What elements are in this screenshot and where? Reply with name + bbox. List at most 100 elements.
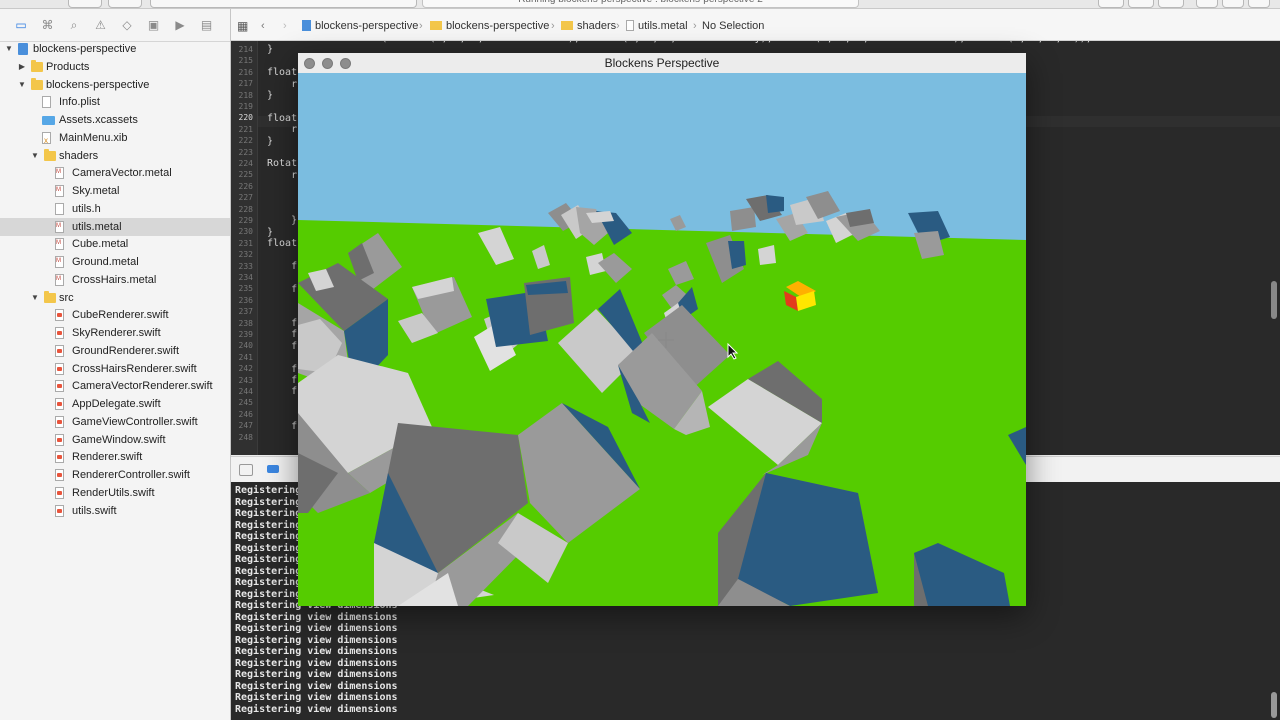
console-line: Registering view dimensions (235, 692, 398, 703)
grid-icon[interactable]: ▦ (237, 19, 248, 33)
file-tree-item[interactable]: ▶ Products (0, 58, 230, 76)
file-tree-item[interactable]: utils.h (0, 200, 230, 218)
disclosure-open-icon[interactable]: ▼ (4, 40, 14, 58)
search-icon[interactable]: ⌕ (67, 19, 81, 31)
file-tree-item[interactable]: ▼ blockens-perspective (0, 76, 230, 94)
file-tree-item[interactable]: RendererController.swift (0, 466, 230, 484)
game-window: Blockens Perspective (298, 53, 1026, 606)
crumb-group[interactable]: blockens-perspective (430, 19, 549, 33)
line-number: 242 (238, 364, 253, 374)
crumb-separator: › (419, 20, 423, 32)
crumb-separator: › (616, 20, 620, 32)
hierarchy-icon[interactable]: ⌘ (41, 19, 55, 31)
file-tree-item[interactable]: CameraVector.metal (0, 164, 230, 182)
scheme-selector[interactable] (150, 0, 417, 8)
file-tree-item[interactable]: AppDelegate.swift (0, 395, 230, 413)
line-number: 230 (238, 227, 253, 237)
code-line: float (267, 67, 298, 79)
test-icon[interactable]: ◇ (120, 19, 134, 31)
game-scene-view[interactable] (298, 73, 1026, 606)
stop-button[interactable] (108, 0, 142, 8)
code-line: f (267, 340, 298, 352)
swift-file-icon (55, 415, 64, 428)
hide-debug-area-icon[interactable] (239, 464, 253, 476)
warning-icon[interactable]: ⚠ (94, 19, 108, 31)
line-number: 246 (238, 409, 253, 419)
navigator-toggle-button[interactable] (1196, 0, 1218, 8)
crumb-file[interactable]: utils.metal (626, 19, 688, 33)
run-button[interactable] (68, 0, 102, 8)
file-tree-label: utils.metal (72, 220, 122, 233)
console-line: Registering view dimensions (235, 611, 398, 623)
crumb-project[interactable]: blockens-perspective (302, 19, 418, 33)
file-tree-item[interactable]: utils.metal (0, 217, 230, 236)
line-number: 234 (238, 273, 253, 282)
file-tree-item[interactable]: Renderer.swift (0, 448, 230, 466)
window-title: Blockens Perspective (604, 56, 720, 70)
file-tree-item[interactable]: RenderUtils.swift (0, 484, 230, 502)
report-icon[interactable]: ▤ (200, 19, 214, 31)
file-tree-item[interactable]: GameWindow.swift (0, 431, 230, 449)
file-tree-item[interactable]: CubeRenderer.swift (0, 306, 230, 324)
disclosure-open-icon[interactable]: ▼ (17, 76, 27, 94)
folder-icon[interactable]: ▭ (14, 19, 28, 31)
file-tree-label: src (59, 291, 74, 304)
console-line: Registering view dimensions (235, 623, 398, 634)
file-tree-item[interactable]: GameViewController.swift (0, 413, 230, 431)
file-tree-item[interactable]: Assets.xcassets (0, 111, 230, 129)
debug-icon[interactable]: ▣ (147, 19, 161, 31)
editor-assistant-button[interactable] (1128, 0, 1154, 8)
line-number: 223 (238, 147, 253, 157)
file-tree-item[interactable]: GroundRenderer.swift (0, 342, 230, 360)
forward-arrow-icon[interactable]: › (283, 19, 287, 33)
folder-icon (430, 21, 442, 30)
folder-icon (31, 59, 43, 72)
file-tree-item[interactable]: SkyRenderer.swift (0, 324, 230, 342)
editor-standard-button[interactable] (1098, 0, 1124, 8)
editor-scrollbar[interactable] (1271, 281, 1277, 319)
file-tree-item[interactable]: ▼ shaders (0, 147, 230, 165)
code-line: f (267, 363, 298, 375)
window-titlebar[interactable]: Blockens Perspective (298, 53, 1026, 74)
line-number: 237 (238, 307, 253, 317)
line-number: 228 (238, 204, 253, 214)
console-line: Registering view dimensions (235, 703, 398, 715)
file-tree-item[interactable]: ▼ src (0, 289, 230, 307)
utilities-toggle-button[interactable] (1248, 0, 1270, 8)
file-tree-item[interactable]: Cube.metal (0, 235, 230, 253)
disclosure-open-icon[interactable]: ▼ (30, 147, 40, 165)
file-tree-label: GameViewController.swift (72, 415, 198, 428)
file-tree-item[interactable]: Ground.metal (0, 253, 230, 271)
file-tree-item[interactable]: ▼ blockens-perspective (0, 40, 230, 58)
crumb-symbol[interactable]: No Selection (702, 19, 764, 33)
xcode-toolbar: Running blockens-perspective : blockens-… (0, 0, 1280, 9)
file-tree-item[interactable]: Info.plist (0, 93, 230, 111)
breakpoints-toggle-icon[interactable] (267, 465, 279, 473)
file-tree-label: GroundRenderer.swift (72, 344, 179, 357)
debug-toggle-button[interactable] (1222, 0, 1244, 8)
file-tree-item[interactable]: CameraVectorRenderer.swift (0, 377, 230, 395)
code-line: return float4x4( float4(1, 0, 0, transVe… (267, 41, 1092, 44)
line-number: 215 (238, 56, 253, 66)
file-tree-label: CrossHairs.metal (72, 273, 157, 286)
disclosure-open-icon[interactable]: ▼ (30, 289, 40, 307)
file-tree-item[interactable]: utils.swift (0, 502, 230, 520)
editor-version-button[interactable] (1158, 0, 1184, 8)
back-arrow-icon[interactable]: ‹ (261, 19, 265, 33)
crumb-shaders[interactable]: shaders (561, 19, 616, 33)
file-tree-item[interactable]: Sky.metal (0, 182, 230, 200)
breakpoint-icon[interactable]: ▶ (173, 19, 187, 31)
metal-file-icon (55, 238, 64, 251)
folder-icon (44, 290, 56, 303)
metal-file-icon (626, 20, 634, 31)
file-tree-item[interactable]: CrossHairs.metal (0, 271, 230, 289)
line-number: 240 (238, 341, 253, 351)
file-tree-item[interactable]: MainMenu.xib (0, 129, 230, 150)
code-line: Rotat (267, 158, 298, 170)
jump-bar: ▦ ‹ › blockens-perspective › blockens-pe… (231, 9, 1280, 41)
disclosure-closed-icon[interactable]: ▶ (17, 58, 27, 76)
file-tree-item[interactable]: CrossHairsRenderer.swift (0, 360, 230, 378)
line-number: 235 (238, 284, 253, 294)
file-tree-label: CrossHairsRenderer.swift (72, 362, 197, 375)
console-scrollbar[interactable] (1271, 692, 1277, 718)
